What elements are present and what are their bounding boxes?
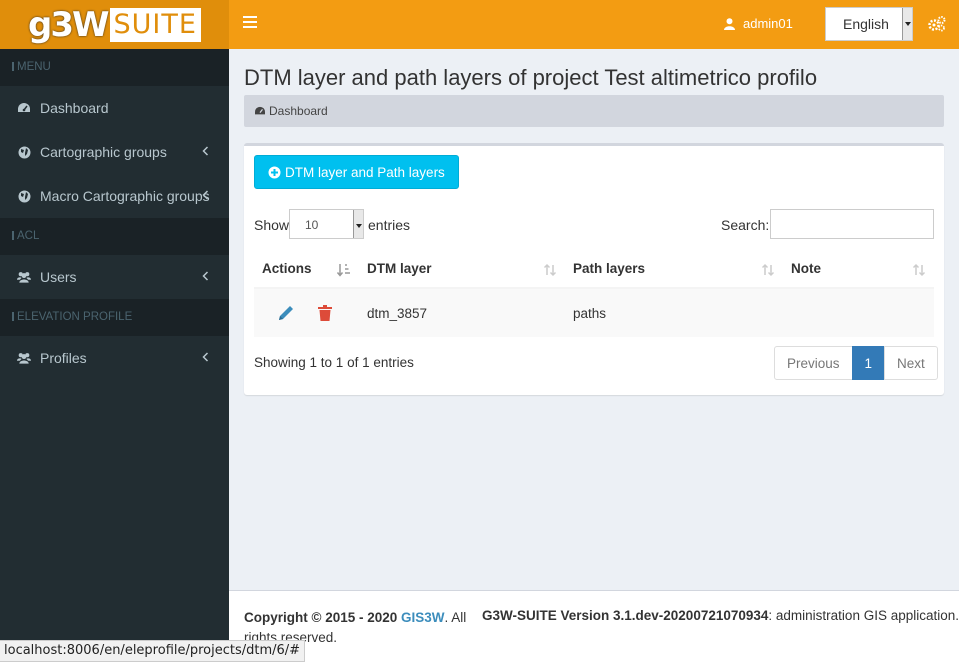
users-icon: [17, 270, 31, 284]
chevron-left-icon: [202, 190, 209, 200]
globe-icon: [17, 145, 31, 159]
dashboard-icon: [254, 106, 266, 116]
chevron-left-icon: [202, 271, 209, 281]
dtm-layers-table: Actions DTM layer Path layers Note dtm_3…: [254, 250, 934, 337]
edit-pencil-icon[interactable]: [276, 303, 296, 323]
sort-both-icon: [543, 263, 557, 277]
gis3w-link[interactable]: GIS3W: [401, 610, 445, 625]
footer-version: G3W-SUITE Version 3.1.dev-20200721070934…: [482, 608, 959, 623]
column-header-actions[interactable]: Actions: [254, 250, 359, 289]
pagination-previous-button[interactable]: Previous: [774, 346, 853, 380]
sidebar-item-label: Cartographic groups: [40, 144, 167, 160]
copyright-text: Copyright © 2015 - 2020: [244, 610, 398, 625]
sidebar-section-acl: ACL: [0, 218, 229, 255]
sidebar-item-users[interactable]: Users: [0, 255, 229, 299]
dtm-layers-box: DTM layer and Path layers Show 10 entrie…: [244, 143, 944, 395]
sidebar-section-elevation-profile: ELEVATION PROFILE: [0, 299, 229, 336]
user-icon: [724, 17, 735, 30]
cogs-icon[interactable]: [928, 16, 946, 32]
dtm-layer-cell: dtm_3857: [359, 288, 565, 337]
table-header-row: Actions DTM layer Path layers Note: [254, 250, 934, 289]
pagination-page-button[interactable]: 1: [851, 346, 886, 380]
search-input[interactable]: [770, 209, 934, 239]
sort-both-icon: [761, 263, 775, 277]
sidebar-toggle-icon[interactable]: [243, 16, 257, 30]
table-row: dtm_3857 paths: [254, 288, 934, 337]
version-description: : administration GIS application.: [768, 608, 959, 623]
pagination-next-button[interactable]: Next: [884, 346, 938, 380]
version-text: G3W-SUITE Version 3.1.dev-20200721070934: [482, 608, 769, 623]
sort-both-icon: [912, 263, 926, 277]
page-title: DTM layer and path layers of project Tes…: [244, 65, 818, 90]
dashboard-icon: [17, 101, 31, 115]
search-label: Search:: [721, 217, 770, 233]
delete-trash-icon[interactable]: [318, 305, 332, 321]
add-dtm-path-layers-button[interactable]: DTM layer and Path layers: [254, 155, 459, 189]
sidebar-item-label: Macro Cartographic groups: [40, 188, 210, 204]
note-cell: [783, 288, 934, 337]
logo-g3w-text: g3W: [28, 4, 109, 45]
table-info: Showing 1 to 1 of 1 entries: [254, 355, 414, 370]
sidebar-item-macro-cartographic-groups[interactable]: Macro Cartographic groups: [0, 174, 229, 218]
sidebar-item-cartographic-groups[interactable]: Cartographic groups: [0, 130, 229, 174]
add-button-label: DTM layer and Path layers: [285, 164, 445, 180]
sidebar-item-label: Users: [40, 269, 77, 285]
plus-circle-icon: [268, 166, 281, 178]
language-value: English: [843, 16, 889, 32]
page-size-select[interactable]: 10: [289, 209, 364, 239]
breadcrumb: Dashboard: [244, 95, 944, 127]
globe-icon: [17, 189, 31, 203]
page-size-dropdown-arrow-icon[interactable]: [353, 210, 363, 238]
sidebar-item-label: Dashboard: [40, 100, 109, 116]
column-header-note[interactable]: Note: [783, 250, 934, 289]
app-logo[interactable]: g3W SUITE: [0, 0, 229, 49]
users-icon: [17, 351, 31, 365]
sort-ascending-icon: [337, 264, 350, 277]
username-label: admin01: [743, 16, 793, 31]
sidebar-item-dashboard[interactable]: Dashboard: [0, 86, 229, 130]
entries-label: entries: [368, 217, 411, 233]
page-size-value: 10: [305, 218, 319, 232]
sidebar: MENU Dashboard Cartographic groups Macro…: [0, 49, 229, 662]
show-label: Show: [254, 217, 290, 233]
language-dropdown-arrow-icon[interactable]: [902, 8, 912, 40]
footer: Copyright © 2015 - 2020 GIS3W. All right…: [229, 590, 959, 662]
path-layers-cell: paths: [565, 288, 783, 337]
sidebar-item-label: Profiles: [40, 350, 87, 366]
sidebar-item-profiles[interactable]: Profiles: [0, 336, 229, 380]
actions-cell: [254, 288, 359, 337]
logo-suite-text: SUITE: [109, 7, 201, 42]
language-select[interactable]: English: [825, 7, 913, 41]
column-header-path-layers[interactable]: Path layers: [565, 250, 783, 289]
chevron-left-icon: [202, 146, 209, 156]
chevron-left-icon: [202, 352, 209, 362]
column-header-dtm-layer[interactable]: DTM layer: [359, 250, 565, 289]
pagination: Previous 1 Next: [774, 346, 938, 380]
user-menu[interactable]: admin01: [724, 16, 793, 31]
breadcrumb-dashboard-link[interactable]: Dashboard: [269, 104, 328, 118]
browser-status-url: localhost:8006/en/eleprofile/projects/dt…: [0, 640, 306, 662]
sidebar-section-menu: MENU: [0, 49, 229, 86]
top-navbar: g3W SUITE admin01 English: [0, 0, 959, 49]
